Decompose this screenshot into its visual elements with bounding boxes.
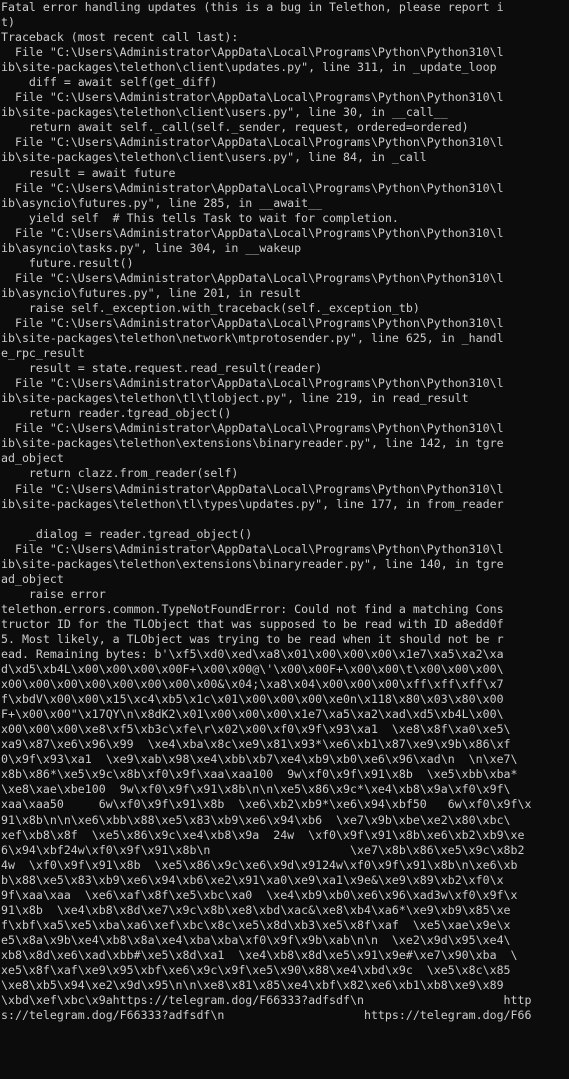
console-line: ib\site-packages\telethon\tl\types\updat…: [1, 496, 504, 511]
console-line: File "C:\Users\Administrator\AppData\Loc…: [1, 270, 504, 285]
console-line: e_rpc_result: [1, 346, 85, 361]
console-line: f\xbf\xa5\xe5\xba\xa6\xef\xbc\x8c\xe5\x8…: [1, 917, 511, 932]
console-line: F+\x00\x00"\x17QY\n\x8dK2\x01\x00\x00\x0…: [1, 707, 504, 722]
console-line: s://telegram.dog/F66333?adfsdf\n https:/…: [1, 1008, 532, 1023]
console-line: File "C:\Users\Administrator\AppData\Loc…: [1, 541, 504, 556]
console-line: x00\x00\x00\xe8\xf5\xb3c\xfe\r\x02\x00\x…: [1, 722, 511, 737]
console-line: t): [1, 15, 15, 30]
console-line: Traceback (most recent call last):: [1, 30, 239, 45]
console-line: ib\site-packages\telethon\tl\tlobject.py…: [1, 391, 469, 406]
console-line: File "C:\Users\Administrator\AppData\Loc…: [1, 481, 504, 496]
console-line: ib\site-packages\telethon\client\updates…: [1, 60, 497, 75]
console-line: xa9\x87\xe6\x96\x99 \xe4\xba\x8c\xe9\x81…: [1, 737, 511, 752]
console-line: ib\site-packages\telethon\extensions\bin…: [1, 556, 504, 571]
console-line: return clazz.from_reader(self): [1, 466, 239, 481]
console-line: File "C:\Users\Administrator\AppData\Loc…: [1, 135, 504, 150]
console-line: raise self._exception.with_traceback(sel…: [1, 300, 420, 315]
console-line: File "C:\Users\Administrator\AppData\Loc…: [1, 376, 504, 391]
console-line: File "C:\Users\Administrator\AppData\Loc…: [1, 421, 504, 436]
console-line: yield self # This tells Task to wait for…: [1, 210, 399, 225]
console-line: 91\x8b\n\n\xe6\xbb\x88\xe5\x83\xb9\xe6\x…: [1, 812, 511, 827]
console-line: \xe8\xae\xbe100 9w\xf0\x9f\x91\x8b\n\n\x…: [1, 782, 511, 797]
console-line: _dialog = reader.tgread_object(): [1, 526, 253, 541]
console-line: File "C:\Users\Administrator\AppData\Loc…: [1, 315, 504, 330]
console-line: f\xbdV\x00\x00\x15\xc4\xb5\x1c\x01\x00\x…: [1, 692, 504, 707]
console-line: ib\site-packages\telethon\client\users.p…: [1, 105, 448, 120]
console-line: diff = await self(get_diff): [1, 75, 218, 90]
console-line: b\x88\xe5\x83\xb9\xe6\x94\xb6\xe2\x91\xa…: [1, 872, 504, 887]
console-line: File "C:\Users\Administrator\AppData\Loc…: [1, 45, 504, 60]
console-line: 5. Most likely, a TLObject was trying to…: [1, 631, 504, 646]
console-line: ib\asyncio\futures.py", line 201, in res…: [1, 285, 302, 300]
console-line: return reader.tgread_object(): [1, 406, 232, 421]
console-line: ad_object: [1, 571, 64, 586]
console-line: e5\x8a\x9b\xe4\xb8\x8a\xe4\xba\xba\xf0\x…: [1, 932, 511, 947]
console-line: ib\site-packages\telethon\extensions\bin…: [1, 436, 504, 451]
console-line: x00\x00\x00\x00\x00\x00\x00\x00&\x04;\xa…: [1, 677, 504, 692]
console-line: 91\x8b \xe4\xb8\x8d\xe7\x9c\x8b\xe8\xbd\…: [1, 902, 511, 917]
console-line: ib\site-packages\telethon\client\users.p…: [1, 150, 427, 165]
console-line: result = await future: [1, 165, 176, 180]
console-line: xaa\xaa50 6w\xf0\x9f\x91\x8b \xe6\xb2\xb…: [1, 797, 532, 812]
console-line: raise error: [1, 586, 106, 601]
console-line: File "C:\Users\Administrator\AppData\Loc…: [1, 90, 504, 105]
console-line: xe5\x8f\xaf\xe9\x95\xbf\xe6\x9c\x9f\xe5\…: [1, 963, 511, 977]
console-line: ead. Remaining bytes: b'\xf5\xd0\xed\xa8…: [1, 647, 504, 662]
console-line: Fatal error handling updates (this is a …: [1, 0, 504, 14]
console-output: Fatal error handling updates (this is a …: [0, 0, 569, 1079]
console-line: 9f\xaa\xaa \xe6\xaf\x8f\xe5\xbc\xa0 \xe4…: [1, 887, 518, 902]
console-line: 4w \xf0\x9f\x91\x8b \xe5\x86\x9c\xe6\x9d…: [1, 857, 518, 872]
console-line: future.result(): [1, 255, 134, 270]
console-line: xb8\x8d\xe6\xad\xbb#\xe5\x8d\xa1 \xe4\xb…: [1, 947, 518, 962]
console-line: return await self._call(self._sender, re…: [1, 120, 469, 135]
console-line: x8b\x86*\xe5\x9c\x8b\xf0\x9f\xaa\xaa100 …: [1, 767, 518, 782]
console-line: ib\asyncio\tasks.py", line 304, in __wak…: [1, 240, 302, 255]
console-line: d\xd5\xb4L\x00\x00\x00\x00F+\x00\x00@\'\…: [1, 662, 504, 677]
console-line: result = state.request.read_result(reade…: [1, 361, 323, 376]
console-line: telethon.errors.common.TypeNotFoundError…: [1, 601, 504, 616]
console-line: \xbd\xef\xbc\x9ahttps://telegram.dog/F66…: [1, 993, 532, 1008]
console-line: File "C:\Users\Administrator\AppData\Loc…: [1, 225, 504, 240]
console-line: ib\site-packages\telethon\network\mtprot…: [1, 331, 504, 346]
console-line: ad_object: [1, 451, 64, 466]
console-line: 0\x9f\x93\xa1 \xe9\xab\x98\xe4\xbb\xb7\x…: [1, 752, 518, 767]
console-line: 6\x94\xbf24w\xf0\x9f\x91\x8b\n \xe7\x8b\…: [1, 842, 525, 857]
console-line: xef\xb8\x8f \xe5\x86\x9c\xe4\xb8\x9a 24w…: [1, 827, 525, 842]
console-line: \xe8\xb5\x94\xe2\x9d\x95\n\n\xe8\x81\x85…: [1, 978, 504, 993]
console-line: ib\asyncio\futures.py", line 285, in __a…: [1, 195, 323, 210]
console-line: tructor ID for the TLObject that was sup…: [1, 616, 504, 631]
console-line: File "C:\Users\Administrator\AppData\Loc…: [1, 180, 504, 195]
